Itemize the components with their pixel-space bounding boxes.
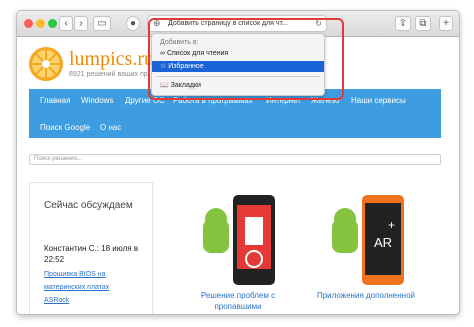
sidebar-button[interactable]: ▭ [93, 16, 111, 31]
reading-list-label: Список для чтения [166, 50, 229, 57]
nav-item-internet[interactable]: Интернет [266, 96, 301, 105]
nav-item-other-os[interactable]: Другие ОС [125, 96, 165, 105]
chevron-left-icon: ‹ [64, 18, 68, 29]
tabs-icon: ⧉ [419, 18, 427, 29]
comment-link-line-3[interactable]: ASRock [44, 297, 69, 304]
add-icon[interactable]: ⊕ [153, 16, 161, 31]
minimize-window-button[interactable] [36, 19, 45, 28]
book-icon: 📖 [160, 82, 169, 89]
address-bar[interactable]: ⊕ Добавить страницу в список для чт... ↻ [147, 15, 327, 32]
extension-button[interactable]: ● [126, 16, 140, 31]
plus-icon: + [443, 18, 449, 29]
bookmarks-label: Закладки [170, 82, 201, 89]
phone-ar-illustration: AR + [332, 195, 404, 285]
shield-icon: ● [129, 18, 137, 29]
nav-item-home[interactable]: Главная [40, 96, 70, 105]
phone-repair-illustration [203, 195, 275, 285]
star-icon: ☆ [160, 63, 167, 70]
svg-text:+: + [388, 218, 395, 232]
dropdown-item-reading-list[interactable]: ∞ Список для чтения [152, 48, 324, 59]
address-text: Добавить страницу в список для чт... [168, 20, 288, 27]
nav-item-about[interactable]: О нас [100, 123, 121, 132]
new-tab-button[interactable]: + [439, 16, 453, 31]
nav-item-services[interactable]: Наши сервисы [351, 96, 406, 105]
tabs-button[interactable]: ⧉ [415, 16, 431, 31]
comment-link-line-1[interactable]: Прошивка BIOS на [44, 271, 106, 278]
card-2-caption[interactable]: Приложения дополненной [316, 290, 416, 301]
share-button[interactable]: ⇪ [395, 16, 411, 31]
sidebar-heading: Сейчас обсуждаем [44, 200, 133, 211]
back-button[interactable]: ‹ [59, 16, 73, 31]
glasses-icon: ∞ [160, 50, 165, 57]
dropdown-item-favorites[interactable]: ☆ Избранное [152, 61, 324, 72]
logo-icon [29, 47, 63, 81]
nav-item-programs[interactable]: Работа в программах [173, 96, 253, 105]
forward-button[interactable]: › [74, 16, 88, 31]
close-window-button[interactable] [24, 19, 33, 28]
card-1-caption[interactable]: Решение проблем с пропавшими [188, 290, 288, 312]
chevron-right-icon: › [79, 18, 83, 29]
favorites-label: Избранное [168, 63, 204, 70]
site-tagline: 8921 решений ваших пр [69, 71, 148, 78]
add-page-dropdown: Добавить в: ∞ Список для чтения ☆ Избран… [151, 33, 325, 96]
site-search-input[interactable]: Поиск решения... [29, 154, 441, 165]
zoom-window-button[interactable] [48, 19, 57, 28]
dropdown-divider [156, 76, 320, 77]
reload-icon[interactable]: ↻ [315, 16, 322, 31]
main-nav: Главная Windows Другие ОС Работа в прогр… [29, 89, 441, 138]
sidebar-icon: ▭ [97, 18, 107, 29]
svg-text:AR: AR [374, 235, 392, 250]
site-logo[interactable]: lumpics.ru [69, 48, 154, 71]
browser-window: ‹ › ▭ ● ⊕ Добавить страницу в список для… [16, 10, 460, 315]
nav-item-google-search[interactable]: Поиск Google [40, 123, 90, 132]
share-icon: ⇪ [398, 18, 408, 29]
nav-item-hardware[interactable]: Железо [311, 96, 339, 105]
dropdown-item-bookmarks[interactable]: 📖 Закладки [152, 80, 324, 91]
comment-meta: Константин С.: 18 июля в 22:52 [44, 244, 139, 264]
nav-item-windows[interactable]: Windows [81, 96, 113, 105]
sidebar-discussion: Сейчас обсуждаем Константин С.: 18 июля … [29, 182, 153, 314]
dropdown-heading: Добавить в: [160, 39, 199, 46]
comment-link-line-2[interactable]: материнских платах [44, 284, 109, 291]
